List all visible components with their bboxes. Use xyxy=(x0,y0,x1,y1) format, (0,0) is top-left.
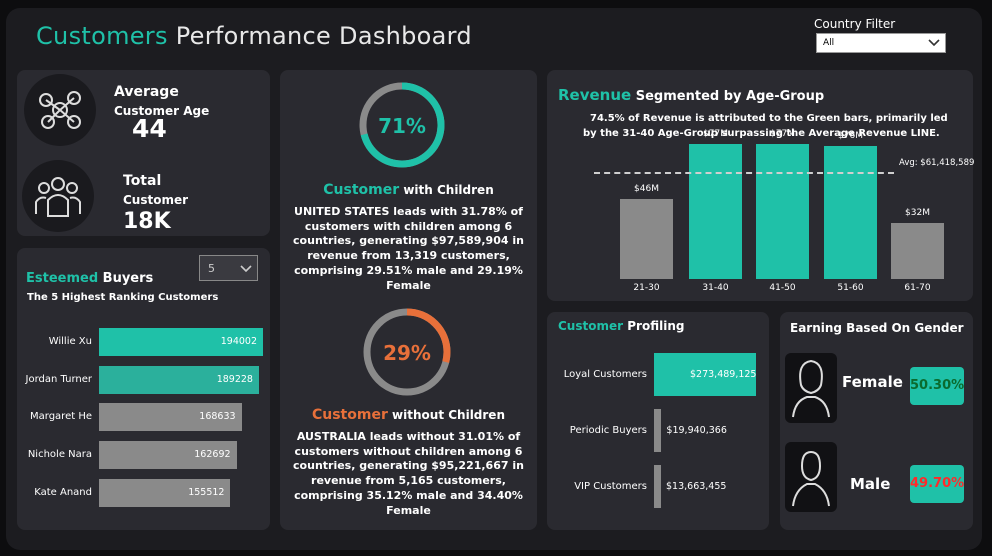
revenue-x-tick-label: 21-30 xyxy=(633,283,660,293)
buyers-title-rest: Buyers xyxy=(102,271,154,286)
without-children-title: Customer without Children xyxy=(280,407,537,423)
without-children-pct: 29% xyxy=(383,341,431,365)
profiling-title: Customer Profiling xyxy=(558,319,684,333)
revenue-bar-51-60[interactable] xyxy=(824,146,877,279)
buyer-bar[interactable]: 162692 xyxy=(99,441,237,470)
group-users-icon xyxy=(22,160,94,232)
buyer-value: 155512 xyxy=(188,486,225,498)
revenue-title-rest: Segmented by Age-Group xyxy=(635,89,825,104)
profiling-label: Loyal Customers xyxy=(563,369,647,380)
buyer-name: Willie Xu xyxy=(48,336,92,347)
revenue-bar-31-40[interactable] xyxy=(689,144,742,279)
female-label: Female xyxy=(842,373,903,391)
female-icon xyxy=(785,353,837,423)
profiling-bar[interactable] xyxy=(654,465,661,508)
avg-age-value: 44 xyxy=(132,114,167,143)
buyer-bar[interactable]: 155512 xyxy=(99,478,231,507)
revenue-x-tick-label: 31-40 xyxy=(702,283,729,293)
revenue-bar-61-70[interactable] xyxy=(891,223,944,279)
revenue-bar-value-label: $77M xyxy=(770,129,795,140)
revenue-bar-value-label: $32M xyxy=(905,208,930,218)
country-filter-label: Country Filter xyxy=(814,17,896,31)
buyer-value: 194002 xyxy=(220,336,257,347)
profiling-title-rest: Profiling xyxy=(627,319,685,333)
revenue-bar-value-label: $76M xyxy=(838,131,863,141)
male-icon xyxy=(785,442,837,512)
with-children-pct: 71% xyxy=(378,114,426,138)
with-children-title: Customer with Children xyxy=(280,182,537,198)
revenue-x-tick-label: 41-50 xyxy=(769,283,796,293)
buyer-value: 168633 xyxy=(199,411,236,423)
without-children-desc: AUSTRALIA leads without 31.01% of custom… xyxy=(293,430,524,517)
buyer-name: Kate Anand xyxy=(34,486,92,498)
with-children-desc: UNITED STATES leads with 31.78% of custo… xyxy=(293,205,524,292)
country-filter-value: All xyxy=(823,38,835,48)
chevron-down-icon xyxy=(240,265,252,273)
top-n-value: 5 xyxy=(208,262,215,275)
buyer-bar[interactable]: 189228 xyxy=(99,365,259,394)
avg-age-label-1: Average xyxy=(114,84,179,100)
average-label: Avg: $61,418,589 xyxy=(899,157,975,168)
buyer-value: 162692 xyxy=(194,449,231,461)
network-users-icon xyxy=(24,74,96,146)
total-customer-value: 18K xyxy=(123,209,171,234)
buyers-subtitle: The 5 Highest Ranking Customers xyxy=(27,292,219,303)
total-customer-label-1: Total xyxy=(123,173,162,189)
buyers-title-accent: Esteemed xyxy=(26,271,99,286)
top-n-dropdown[interactable]: 5 xyxy=(199,255,258,281)
female-pct-badge: 50.30% xyxy=(910,367,964,405)
male-label: Male xyxy=(850,475,891,493)
profiling-value: $19,940,366 xyxy=(666,425,727,436)
page-title: Customers Performance Dashboard xyxy=(36,22,472,50)
profiling-label: Periodic Buyers xyxy=(569,425,647,436)
revenue-x-tick-label: 51-60 xyxy=(837,283,864,293)
total-customer-label-2: Customer xyxy=(123,193,189,207)
revenue-bar-21-30[interactable] xyxy=(620,198,673,279)
buyer-name: Nichole Nara xyxy=(27,449,92,461)
buyer-name: Jordan Turner xyxy=(25,373,92,385)
revenue-bar-value-label: $77M xyxy=(703,129,728,140)
buyer-bar[interactable]: 168633 xyxy=(99,403,242,432)
revenue-desc-1: 74.5% of Revenue is attributed to the Gr… xyxy=(590,113,948,124)
profiling-label: VIP Customers xyxy=(574,481,647,492)
profiling-value: $13,663,455 xyxy=(666,481,727,492)
profiling-bar[interactable] xyxy=(654,409,662,452)
buyers-title: Esteemed Buyers xyxy=(26,271,153,286)
buyer-bar[interactable]: 194002 xyxy=(99,328,263,356)
profiling-title-accent: Customer xyxy=(558,319,624,333)
with-children-title-rest: with Children xyxy=(403,183,494,197)
buyer-value: 189228 xyxy=(216,373,253,385)
without-children-title-rest: without Children xyxy=(392,408,505,422)
profiling-value: $273,489,125 xyxy=(690,369,757,380)
title-accent: Customers xyxy=(36,22,168,50)
title-rest: Performance Dashboard xyxy=(175,22,472,50)
average-line xyxy=(594,171,894,174)
revenue-x-tick-label: 61-70 xyxy=(904,283,931,293)
revenue-bar-41-50[interactable] xyxy=(756,144,809,279)
country-filter-dropdown[interactable]: All xyxy=(816,33,946,53)
gender-title: Earning Based On Gender xyxy=(790,321,964,335)
buyer-name: Margaret He xyxy=(30,411,92,423)
with-children-title-accent: Customer xyxy=(323,182,400,198)
without-children-title-accent: Customer xyxy=(311,407,388,423)
revenue-title-accent: Revenue xyxy=(558,86,632,104)
male-pct-badge: 49.70% xyxy=(910,465,964,503)
revenue-bar-value-label: $46M xyxy=(634,183,659,194)
revenue-title: Revenue Segmented by Age-Group xyxy=(558,86,824,104)
chevron-down-icon xyxy=(928,39,940,47)
